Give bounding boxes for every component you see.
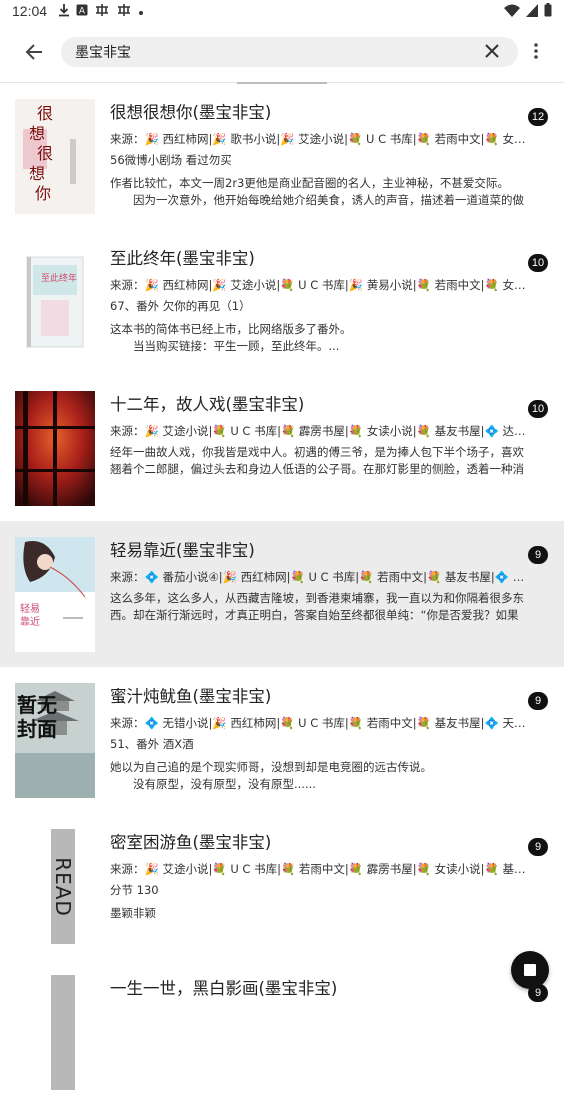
latest-chapter: 分节 130 [110,883,159,897]
source-count-badge: 9 [528,838,548,856]
book-intro: 这么多年，这么多人，从西藏吉隆坡，到香港柬埔寨，我一直以为和你隔着很多东西。却在… [110,591,524,622]
svg-text:很: 很 [37,144,53,163]
status-left-icons: A [58,3,144,21]
no-cover-text: 暂无封面 [17,693,57,741]
book-row[interactable]: 很 想 很 想 你 很想很想你(墨宝非宝) 12 来源：🎉 西红柿网|🎉 歌书小… [0,83,564,229]
book-intro: 作者比较忙，本文一周2r3更他是商业配音圈的名人，主业神秘，不甚爱交际。 因为一… [110,176,524,207]
wifi-icon [504,4,520,21]
book-cover: 轻易 靠近 [15,537,95,652]
svg-text:你: 你 [35,184,51,203]
book-title: 轻易靠近(墨宝非宝) [110,541,255,560]
book-row[interactable]: 轻易 靠近 轻易靠近(墨宝非宝) 9 来源：💠 番茄小说④|🎉 西红柿网|💐 U… [0,521,564,667]
book-intro: 这本书的简体书已经上市，比网络版多了番外。 当当购买链接：平生一顾，至此终年。.… [110,322,352,353]
book-cover: 至此终年 [15,245,95,360]
book-title: 密室困游鱼(墨宝非宝) [110,833,272,852]
status-time: 12:04 [12,3,48,19]
book-row[interactable]: 至此终年 至此终年(墨宝非宝) 10 来源：🎉 西红柿网|🎉 艾途小说|💐 U … [0,229,564,375]
book-cover [15,975,95,1090]
svg-text:至此终年: 至此终年 [41,272,77,284]
battery-icon [544,3,552,21]
book-title: 一生一世，黑白影画(墨宝非宝) [110,979,338,998]
source-count-badge: 10 [528,400,548,418]
close-icon [485,43,499,62]
book-cover: 暂无封面 [15,683,95,798]
book-sources: 来源：💠 无错小说|🎉 西红柿网|💐 U C 书库|💐 若雨中文|💐 基友书屋|… [110,716,534,730]
back-button[interactable] [18,38,50,70]
a-icon: A [76,4,88,20]
latest-chapter: 51、番外 酒X酒 [110,737,194,751]
stop-button[interactable] [511,951,549,989]
book-cover [15,391,95,506]
latest-chapter: 56微博小剧场 看过勿买 [110,153,232,167]
svg-text:想: 想 [29,164,45,183]
book-title: 很想很想你(墨宝非宝) [110,103,272,122]
svg-text:A: A [79,7,86,17]
app-icon [94,3,110,21]
search-toolbar [0,24,564,83]
book-sources: 来源：🎉 西红柿网|🎉 艾途小说|💐 U C 书库|🎉 黄易小说|💐 若雨中文|… [110,278,534,292]
book-cover: 很 想 很 想 你 [15,99,95,214]
app-icon [116,3,132,21]
search-input[interactable] [75,42,455,62]
book-sources: 来源：🎉 西红柿网|🎉 歌书小说|🎉 艾途小说|💐 U C 书库|💐 若雨中文|… [110,132,534,146]
svg-text:想: 想 [29,124,45,143]
stop-icon [524,964,536,976]
more-vert-icon [534,43,538,63]
signal-icon [526,3,538,21]
book-sources: 来源：🎉 艾途小说|💐 U C 书库|💐 若雨中文|💐 霹雳书屋|💐 女读小说|… [110,862,534,876]
svg-text:靠近: 靠近 [20,615,40,628]
source-count-badge: 9 [528,546,548,564]
read-placeholder-text: READ [51,856,75,917]
book-title: 十二年，故人戏(墨宝非宝) [110,395,305,414]
source-count-badge: 9 [528,692,548,710]
search-box [61,37,518,67]
more-options-button[interactable] [526,40,546,66]
source-count-badge: 12 [528,108,548,126]
book-list: 很 想 很 想 你 很想很想你(墨宝非宝) 12 来源：🎉 西红柿网|🎉 歌书小… [0,83,564,1105]
latest-chapter: 67、番外 欠你的再见（1） [110,299,251,313]
book-row[interactable]: 一生一世，黑白影画(墨宝非宝) 9 [0,959,564,1105]
book-intro: 墨颖非颖 [110,906,156,920]
status-right-icons [504,3,552,21]
clear-search-button[interactable] [482,42,502,62]
status-bar: 12:04 A [0,0,564,24]
svg-text:轻易: 轻易 [20,602,40,615]
book-intro: 经年一曲故人戏，你我皆是戏中人。初遇的傅三爷，是为捧人包下半个场子，喜欢翘着个二… [110,445,524,476]
book-sources: 来源：🎉 艾途小说|💐 U C 书库|💐 霹雳书屋|💐 女读小说|💐 基友书屋|… [110,424,534,438]
download-icon [58,3,70,21]
book-title: 蜜汁炖鱿鱼(墨宝非宝) [110,687,272,706]
book-row[interactable]: 十二年，故人戏(墨宝非宝) 10 来源：🎉 艾途小说|💐 U C 书库|💐 霹雳… [0,375,564,521]
book-sources: 来源：💠 番茄小说④|🎉 西红柿网|💐 U C 书库|💐 若雨中文|💐 基友书屋… [110,570,534,584]
book-intro: 她以为自己追的是个现实师哥，没想到却是电竞圈的远古传说。 没有原型，没有原型，没… [110,760,432,791]
book-title: 至此终年(墨宝非宝) [110,249,255,268]
dot-icon [138,5,144,20]
book-row[interactable]: READ 密室困游鱼(墨宝非宝) 9 来源：🎉 艾途小说|💐 U C 书库|💐 … [0,813,564,959]
book-row[interactable]: 暂无封面 蜜汁炖鱿鱼(墨宝非宝) 9 来源：💠 无错小说|🎉 西红柿网|💐 U … [0,667,564,813]
source-count-badge: 10 [528,254,548,272]
svg-text:很: 很 [37,104,53,123]
arrow-left-icon [25,43,43,65]
book-cover: READ [15,829,95,944]
